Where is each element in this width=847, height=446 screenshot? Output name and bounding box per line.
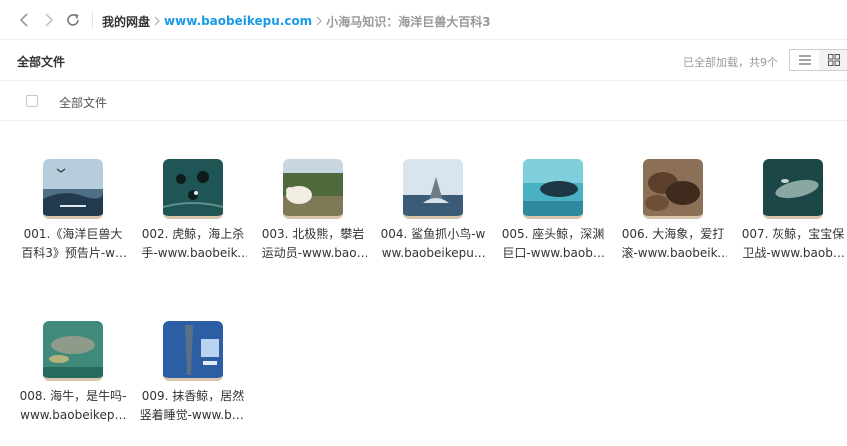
file-name[interactable]: 002. 虎鲸，海上杀手-www.baobeikepu.com [139, 225, 247, 263]
breadcrumb-current-folder: 小海马知识：海洋巨兽大百科3 [326, 14, 491, 29]
select-all-checkbox[interactable] [26, 95, 38, 107]
back-arrow-icon[interactable] [16, 11, 34, 29]
file-grid: 001.《海洋巨兽大百科3》预告片-www.baobeikepu.com 002… [0, 122, 847, 446]
nav-divider [92, 12, 93, 28]
video-thumbnail-polar-bear-icon [283, 159, 343, 219]
file-name[interactable]: 008. 海牛，是牛吗-www.baobeikepu.com [19, 387, 127, 425]
breadcrumb-root[interactable]: 我的网盘 [102, 13, 150, 30]
breadcrumb-separator-icon [152, 15, 162, 27]
grid-view-icon[interactable] [819, 50, 847, 70]
view-toggle [789, 49, 847, 71]
list-header-label: 全部文件 [59, 96, 108, 110]
video-thumbnail-birds-icon [43, 159, 103, 219]
file-name[interactable]: 001.《海洋巨兽大百科3》预告片-www.baobeikepu.com [19, 225, 127, 263]
page-title: 全部文件 [17, 55, 66, 69]
breadcrumb-site-link[interactable]: www.baobeikepu.com [164, 14, 312, 28]
file-name[interactable]: 004. 鲨鱼抓小鸟-www.baobeikepu.com [379, 225, 487, 263]
video-thumbnail-walrus-icon [643, 159, 703, 219]
breadcrumb-separator-icon [314, 15, 324, 27]
forward-arrow-icon[interactable] [39, 11, 57, 29]
video-thumbnail-gray-whale-icon [763, 159, 823, 219]
file-name[interactable]: 003. 北极熊，攀岩运动员-www.baobeikepu.com [259, 225, 367, 263]
video-thumbnail-orcas-icon [163, 159, 223, 219]
breadcrumb: 我的网盘 www.baobeikepu.com 小海马知识：海洋巨兽大百科3 [102, 12, 491, 30]
video-thumbnail-humpback-icon [523, 159, 583, 219]
file-name[interactable]: 006. 大海象，爱打滚-www.baobeikepu.com [619, 225, 727, 263]
file-name[interactable]: 005. 座头鲸，深渊巨口-www.baobeikepu.com [499, 225, 607, 263]
toolbar: 全部文件 已全部加载，共9个 [0, 40, 847, 81]
file-name[interactable]: 007. 灰鲸，宝宝保卫战-www.baobeikepu.com [739, 225, 847, 263]
video-thumbnail-shark-icon [403, 159, 463, 219]
load-status-text: 已全部加载，共9个 [683, 56, 778, 69]
video-thumbnail-manatee-icon [43, 321, 103, 381]
video-thumbnail-sperm-whale-icon [163, 321, 223, 381]
list-header: 全部文件 [0, 81, 847, 121]
refresh-icon[interactable] [64, 11, 82, 29]
navigation-bar: 我的网盘 www.baobeikepu.com 小海马知识：海洋巨兽大百科3 [0, 0, 847, 40]
list-view-icon[interactable] [790, 50, 819, 70]
file-name[interactable]: 009. 抹香鲸，居然竖着睡觉-www.baobeikepu.com [139, 387, 247, 425]
